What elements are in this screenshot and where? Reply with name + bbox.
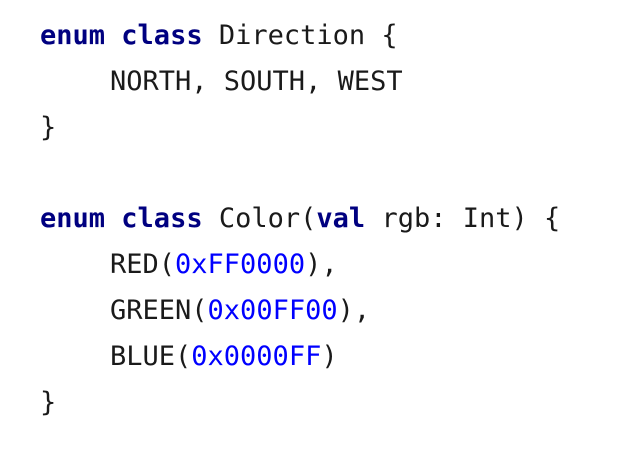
code-line-7: GREEN(0x00FF00), (40, 291, 370, 331)
code-line-8: BLUE(0x0000FF) (40, 337, 338, 377)
code-line-6: RED(0xFF0000), (40, 245, 338, 285)
hex-literal-red: 0xFF0000 (175, 249, 306, 280)
code-line-2: NORTH, SOUTH, WEST (40, 62, 403, 102)
close-brace: } (40, 387, 57, 418)
constructor-param: rgb: Int) (381, 203, 528, 234)
keyword-val: val (316, 203, 366, 234)
keyword-class: class (121, 20, 203, 51)
open-brace: { (544, 203, 561, 234)
close-brace: } (40, 112, 57, 143)
enum-entry-green: GREEN( (110, 295, 208, 326)
enum-values-direction: NORTH, SOUTH, WEST (110, 66, 403, 97)
hex-literal-blue: 0x0000FF (191, 341, 322, 372)
code-line-9: } (40, 383, 56, 423)
enum-entry-red: RED( (110, 249, 176, 280)
entry-close: ) (321, 341, 338, 372)
open-brace: { (381, 20, 398, 51)
enum-entry-blue: BLUE( (110, 341, 192, 372)
keyword-enum: enum (40, 20, 106, 51)
entry-close: ), (305, 249, 338, 280)
enum-name-color: Color( (218, 203, 317, 234)
entry-close: ), (337, 295, 371, 326)
code-line-5: enum class Color(val rgb: Int) { (40, 199, 560, 239)
hex-literal-green: 0x00FF00 (207, 295, 338, 326)
enum-name-direction: Direction (218, 20, 366, 51)
keyword-enum: enum (40, 203, 106, 234)
code-view: enum class Direction { NORTH, SOUTH, WES… (0, 0, 643, 458)
code-line-3: } (40, 108, 56, 148)
code-line-1: enum class Direction { (40, 16, 398, 56)
keyword-class: class (121, 203, 203, 234)
